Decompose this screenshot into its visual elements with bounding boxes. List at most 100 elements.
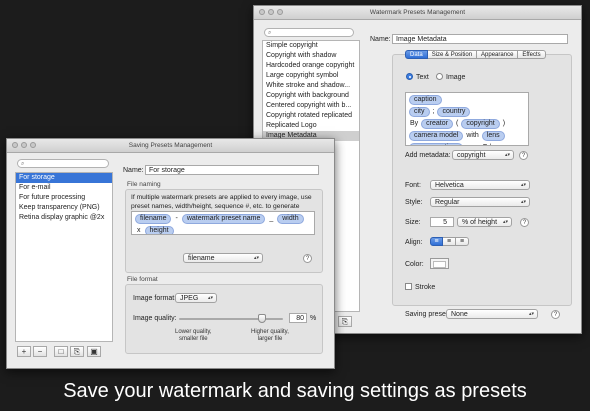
metadata-token[interactable]: country <box>437 107 471 117</box>
list-item[interactable]: Hardcoded orange copyright <box>263 61 359 71</box>
type-image-radio[interactable]: Image <box>436 73 465 81</box>
align-label: Align: <box>405 239 423 246</box>
filename-token[interactable]: height <box>144 226 174 234</box>
file-format-label: File format <box>127 276 158 283</box>
list-item[interactable]: Copyright rotated replicated <box>263 111 359 121</box>
align-center-icon[interactable]: ≡ <box>443 237 456 246</box>
list-item[interactable]: Large copyright symbol <box>263 71 359 81</box>
list-item[interactable]: Retina display graphic @2x <box>16 213 112 223</box>
size-unit-value: % of height <box>462 219 498 226</box>
metadata-token[interactable]: exposure time <box>409 143 463 145</box>
search-icon: ⌕ <box>268 30 272 36</box>
tab-data[interactable]: Data <box>405 50 428 59</box>
metadata-token[interactable]: copyright <box>461 119 500 129</box>
metadata-token[interactable]: creator <box>421 119 453 129</box>
size-label: Size: <box>405 219 421 226</box>
style-popup[interactable]: Regular ▴▾ <box>430 197 530 207</box>
saving-preset-label: Saving preset: <box>405 311 450 318</box>
style-value: Regular <box>435 199 460 206</box>
saving-preset-list[interactable]: For storage For e-mail For future processi… <box>15 172 113 342</box>
saving-preset-value: None <box>451 311 468 318</box>
watermark-name-field[interactable]: Image Metadata <box>392 34 568 44</box>
token-line: exposure timesec; F / <box>408 142 526 145</box>
slider-knob[interactable] <box>258 314 267 323</box>
saving-preset-popup[interactable]: None ▴▾ <box>446 309 538 319</box>
metadata-token[interactable]: lens <box>481 131 505 141</box>
saving-name-label: Name: <box>123 167 144 174</box>
metadata-token[interactable]: camera model <box>409 131 464 141</box>
list-item[interactable]: For e-mail <box>16 183 112 193</box>
size-unit-popup[interactable]: % of height ▴▾ <box>457 217 512 227</box>
image-format-value: JPEG <box>180 295 199 302</box>
token-line: caption <box>408 94 526 106</box>
help-icon[interactable]: ? <box>520 218 529 227</box>
font-popup[interactable]: Helvetica ▴▾ <box>430 180 530 190</box>
list-item[interactable]: For future processing <box>16 193 112 203</box>
list-item[interactable]: Copyright with shadow <box>263 51 359 61</box>
style-label: Style: <box>405 199 423 206</box>
metadata-token[interactable]: caption <box>409 95 442 105</box>
color-swatch <box>433 261 446 268</box>
filename-token[interactable]: watermark preset name <box>181 214 266 224</box>
remove-preset-button[interactable]: − <box>33 346 47 357</box>
token-separator: _ <box>269 215 274 222</box>
help-icon[interactable]: ? <box>303 254 312 263</box>
chevron-updown-icon: ▴▾ <box>253 255 259 261</box>
search-icon: ⌕ <box>21 161 25 167</box>
list-item[interactable]: For storage <box>16 173 112 183</box>
higher-quality-label: Higher quality, larger file <box>251 329 289 343</box>
duplicate-preset-icon[interactable]: □ <box>54 346 68 357</box>
image-quality-value: 80 <box>296 315 304 322</box>
token-separator: ) <box>502 120 506 127</box>
image-quality-unit: % <box>310 315 317 322</box>
type-image-label: Image <box>446 74 466 81</box>
image-quality-slider[interactable] <box>179 314 283 324</box>
add-metadata-label: Add metadata: <box>405 152 451 159</box>
lower-quality-label: Lower quality, smaller file <box>175 329 212 343</box>
align-segmented-control[interactable]: ≡ ≡ ≡ <box>430 237 469 246</box>
promo-caption: Save your watermark and saving settings … <box>63 380 527 402</box>
saving-search-input[interactable]: ⌕ <box>17 159 109 168</box>
list-item[interactable]: Replicated Logo <box>263 121 359 131</box>
metadata-token[interactable]: city <box>409 107 430 117</box>
import-preset-icon[interactable]: ⎘ <box>70 346 84 357</box>
list-item[interactable]: Simple copyright <box>263 41 359 51</box>
filename-token[interactable]: filename <box>135 214 172 224</box>
image-quality-field[interactable]: 80 <box>289 313 307 323</box>
image-quality-label: Image quality: <box>133 315 177 322</box>
align-right-icon[interactable]: ≡ <box>456 237 469 246</box>
type-text-label: Text <box>416 74 429 81</box>
tab-appearance[interactable]: Appearance <box>477 50 519 59</box>
size-field[interactable]: 5 <box>430 217 454 227</box>
stroke-checkbox[interactable]: Stroke <box>405 283 435 291</box>
watermark-tabs[interactable]: Data Size & Position Appearance Effects <box>405 50 546 59</box>
export-preset-icon[interactable]: ▣ <box>87 346 101 357</box>
add-metadata-popup[interactable]: copyright ▴▾ <box>452 150 514 160</box>
list-item[interactable]: Keep transparency (PNG) <box>16 203 112 213</box>
tab-size-position[interactable]: Size & Position <box>427 50 478 59</box>
color-well[interactable] <box>430 258 449 269</box>
align-left-icon[interactable]: ≡ <box>430 237 443 246</box>
filename-token-field[interactable]: filename - watermark preset name _ width x hei… <box>131 211 315 235</box>
chevron-updown-icon: ▴▾ <box>502 219 508 225</box>
add-preset-button[interactable]: + <box>17 346 31 357</box>
watermark-search-input[interactable]: ⌕ <box>264 28 354 37</box>
chevron-updown-icon: ▴▾ <box>207 295 213 301</box>
chevron-updown-icon: ▴▾ <box>528 311 534 317</box>
type-text-radio[interactable]: Text <box>406 73 429 81</box>
token-separator: - <box>175 215 178 222</box>
filename-token[interactable]: width <box>277 214 304 224</box>
list-item[interactable]: Copyright with background <box>263 91 359 101</box>
tab-effects[interactable]: Effects <box>518 50 546 59</box>
filename-token-popup[interactable]: filename ▴▾ <box>183 253 263 263</box>
image-format-popup[interactable]: JPEG ▴▾ <box>175 293 217 303</box>
font-label: Font: <box>405 182 421 189</box>
import-preset-button[interactable]: ⎘ <box>338 316 352 327</box>
list-item[interactable]: White stroke and shadow... <box>263 81 359 91</box>
help-icon[interactable]: ? <box>551 310 560 319</box>
saving-name-field[interactable]: For storage <box>145 165 319 175</box>
token-separator: x <box>137 227 141 234</box>
help-icon[interactable]: ? <box>519 151 528 160</box>
list-item[interactable]: Centered copyright with b... <box>263 101 359 111</box>
metadata-token-field[interactable]: caption city; country By creator(copyright) c… <box>405 92 529 146</box>
